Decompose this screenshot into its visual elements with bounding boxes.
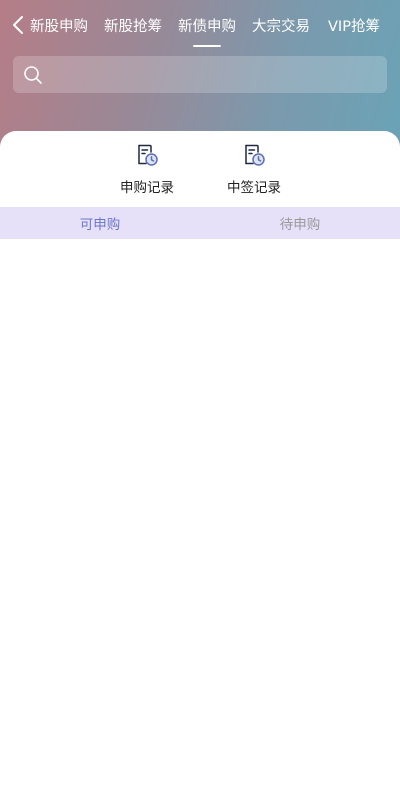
chevron-left-icon [13, 16, 23, 34]
subtab-available[interactable]: 可申购 [0, 207, 200, 239]
tab-vip-rush[interactable]: VIP抢筹 [328, 0, 380, 50]
search-icon[interactable] [23, 65, 43, 85]
subscription-records-button[interactable]: 申购记录 [107, 143, 187, 196]
top-nav: 新股申购 新股抢筹 新债申购 大宗交易 VIP抢筹 [0, 0, 400, 50]
quick-action-label: 中签记录 [227, 180, 281, 196]
category-tabs: 新股申购 新股抢筹 新债申购 大宗交易 VIP抢筹 [30, 0, 400, 50]
record-clock-icon [245, 144, 265, 166]
quick-actions: 申购记录 中签记录 [0, 131, 400, 207]
winning-records-button[interactable]: 中签记录 [214, 143, 294, 196]
subscription-subtabs: 可申购 待申购 [0, 207, 400, 239]
tab-ipo-rush[interactable]: 新股抢筹 [104, 0, 162, 50]
list-content [0, 239, 400, 800]
tab-bond-subscribe[interactable]: 新债申购 [178, 0, 236, 50]
search-bar [13, 55, 387, 94]
subtab-pending[interactable]: 待申购 [200, 207, 400, 239]
record-clock-icon [138, 144, 158, 166]
search-input[interactable] [43, 55, 387, 94]
back-button[interactable] [6, 12, 30, 38]
tab-ipo-subscribe[interactable]: 新股申购 [30, 0, 88, 50]
main-card: 申购记录 中签记录 可申购 待申购 [0, 131, 400, 800]
quick-action-label: 申购记录 [120, 180, 174, 196]
tab-block-trade[interactable]: 大宗交易 [252, 0, 310, 50]
